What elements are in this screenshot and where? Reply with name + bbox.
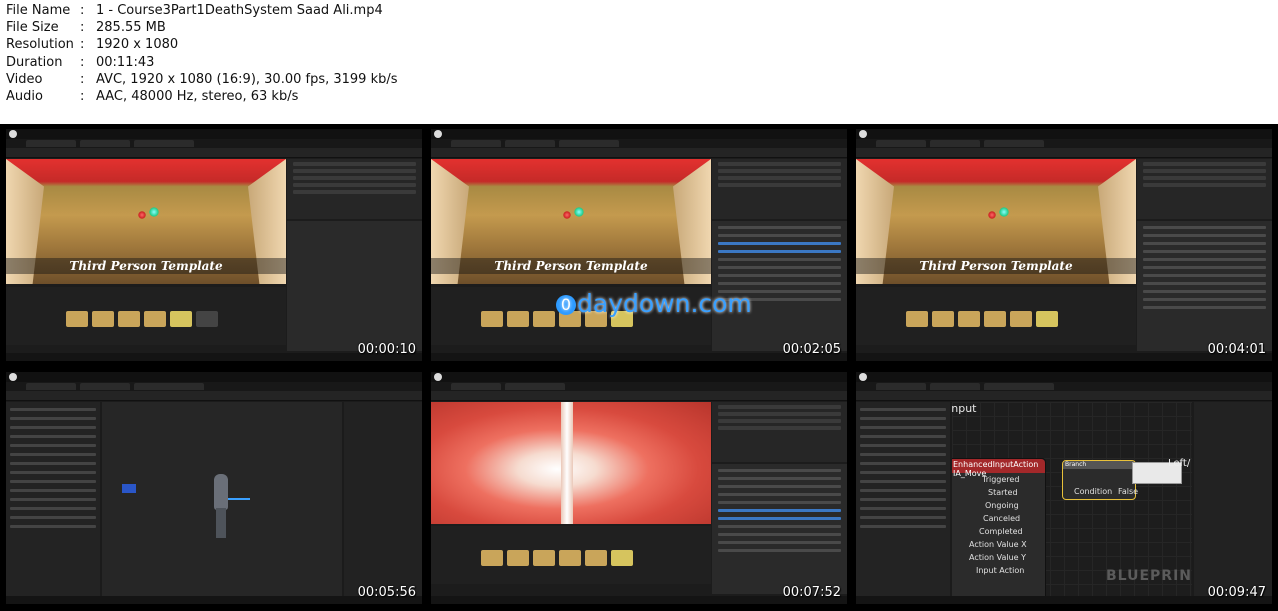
unreal-logo-icon: [859, 373, 867, 381]
chat-panel: [712, 221, 847, 351]
pin-label: Input Action: [976, 566, 1025, 575]
outliner-panel: [712, 159, 847, 219]
pin-label: Started: [988, 488, 1018, 497]
level-viewport: [431, 402, 711, 524]
details-panel: [344, 402, 422, 602]
viewport-banner: Third Person Template: [919, 259, 1073, 273]
viewport-banner: Third Person Template: [494, 259, 648, 273]
outliner-panel: [712, 402, 847, 462]
my-blueprint-panel: [856, 402, 950, 602]
timestamp: 00:07:52: [782, 585, 841, 600]
file-info-row: Resolution:1920 x 1080: [6, 37, 179, 53]
branch-title: Branch: [1063, 461, 1135, 469]
thumbnail-blueprint-viewport: 00:05:56: [6, 372, 422, 604]
outliner-panel: [1137, 159, 1272, 219]
pin-label: Canceled: [983, 514, 1021, 523]
outliner-panel: [287, 159, 422, 219]
content-browser: [431, 526, 711, 584]
content-browser: [856, 287, 1136, 345]
chat-panel: [712, 464, 847, 594]
blueprint-watermark: BLUEPRINT: [1106, 568, 1192, 584]
pin-label: Action Value Y: [969, 553, 1026, 562]
pin-label: Triggered: [982, 475, 1020, 484]
chat-panel: [1137, 221, 1272, 351]
details-panel: [1194, 402, 1272, 602]
level-viewport: Third Person Template: [856, 159, 1136, 284]
file-info-row: Audio: AAC, 48000 Hz, stereo, 63 kb/s: [6, 89, 299, 105]
level-viewport: Third Person Template: [6, 159, 286, 284]
pin-label: Ongoing: [985, 501, 1019, 510]
unreal-logo-icon: [9, 130, 17, 138]
timestamp: 00:02:05: [782, 342, 841, 357]
graph-side-label: Left/: [1168, 458, 1191, 469]
thumbnail-level-chat: Third Person Template 00:02:05: [431, 129, 847, 361]
watermark-logo-icon: 0: [556, 295, 576, 315]
watermark-text: daydown.com: [577, 289, 752, 318]
pin-label: False: [1118, 487, 1139, 496]
file-info-row: Duration:00:11:43: [6, 54, 155, 70]
details-panel: [287, 221, 422, 351]
pin-label: Action Value X: [969, 540, 1027, 549]
file-info-row: File Name:1 - Course3Part1DeathSystem Sa…: [6, 3, 383, 18]
thumbnail-level-chat: Third Person Template 00:04:01: [856, 129, 1272, 361]
timestamp: 00:04:01: [1207, 342, 1266, 357]
timestamp: 00:00:10: [357, 342, 416, 357]
content-browser: [6, 287, 286, 345]
timestamp: 00:09:47: [1207, 585, 1266, 600]
pin-label: Completed: [979, 527, 1023, 536]
thumbnail-blueprint-graph: Input EnhancedInputAction IA_Move Trigge…: [856, 372, 1272, 604]
file-info-row: File Size:285.55 MB: [6, 20, 166, 36]
node-title: EnhancedInputAction IA_Move: [952, 459, 1045, 478]
viewport-banner: Third Person Template: [69, 259, 223, 273]
timestamp: 00:05:56: [357, 585, 416, 600]
thumbnail-level-editor: Third Person Template 00:00:10: [6, 129, 422, 361]
file-info-row: Video: AVC, 1920 x 1080 (16:9), 30.00 fps…: [6, 71, 398, 87]
pin-label: Condition: [1074, 487, 1113, 496]
unreal-logo-icon: [434, 373, 442, 381]
components-panel: [6, 402, 100, 602]
level-viewport: Third Person Template: [431, 159, 711, 284]
blueprint-viewport: [102, 402, 342, 602]
watermark: 0 daydown.com: [556, 289, 752, 318]
file-info: File Name:1 - Course3Part1DeathSystem Sa…: [6, 2, 398, 105]
unreal-logo-icon: [9, 373, 17, 381]
unreal-logo-icon: [859, 130, 867, 138]
thumbnail-level-red: 00:07:52: [431, 372, 847, 604]
graph-comment-label: Input: [952, 402, 977, 415]
unreal-logo-icon: [434, 130, 442, 138]
event-graph: Input EnhancedInputAction IA_Move Trigge…: [952, 402, 1192, 602]
